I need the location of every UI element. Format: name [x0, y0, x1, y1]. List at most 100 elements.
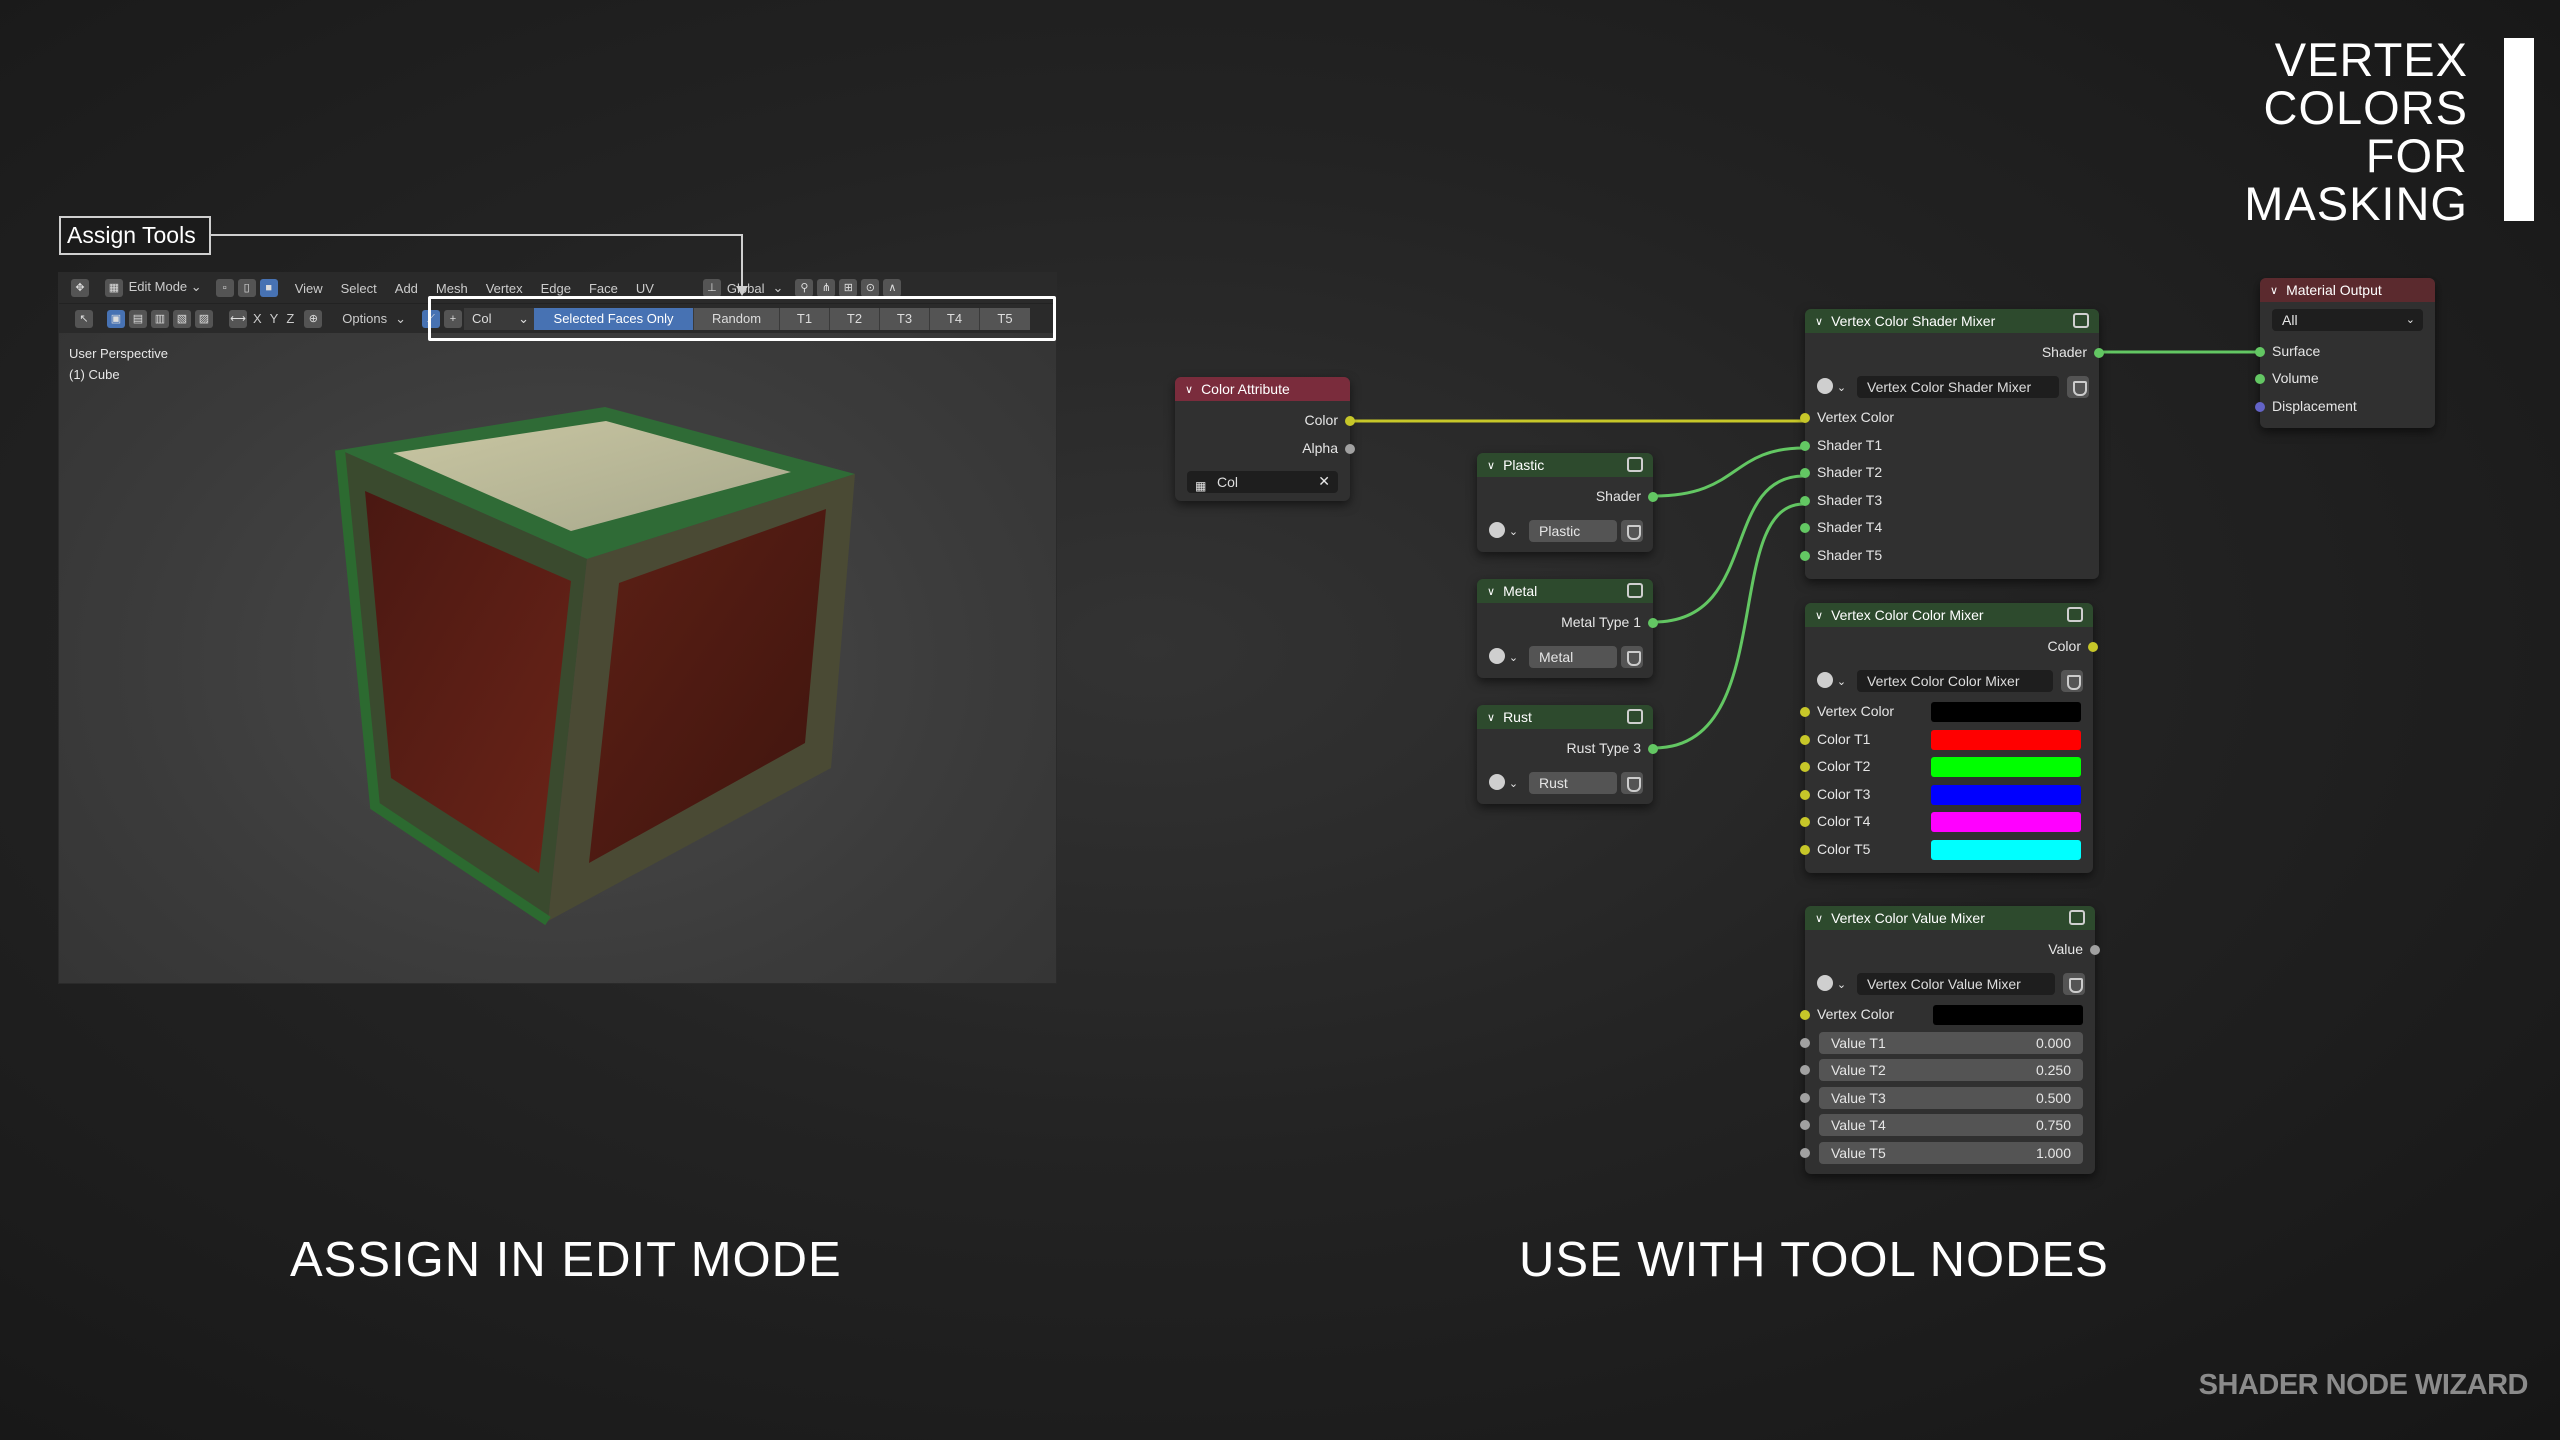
node-header[interactable]: ∨ Vertex Color Color Mixer [1805, 603, 2093, 627]
socket-icon[interactable] [1648, 492, 1658, 502]
socket-icon[interactable] [1800, 1147, 1810, 1158]
color-swatch[interactable] [1931, 839, 2081, 860]
socket-icon[interactable] [1800, 734, 1810, 745]
socket-icon[interactable] [1800, 789, 1810, 800]
socket-icon[interactable] [1800, 1065, 1810, 1075]
color-swatch[interactable] [1931, 702, 2081, 722]
node-group-globe-icon[interactable] [1817, 974, 1833, 991]
fake-user-icon[interactable] [2067, 375, 2089, 398]
node-metal[interactable]: ∨ Metal Metal Type 1 ⌄ Metal [1477, 579, 1658, 678]
fake-user-icon[interactable] [2063, 972, 2085, 995]
socket-icon[interactable] [1345, 416, 1355, 426]
target-selector[interactable]: All ⌄ [2272, 309, 2423, 331]
node-group-globe-icon[interactable] [1489, 773, 1505, 790]
color-swatch[interactable] [1931, 784, 2081, 805]
chevron-down-icon[interactable]: ∨ [2270, 284, 2278, 297]
socket-icon[interactable] [2255, 401, 2265, 412]
node-group-selector[interactable]: Vertex Color Shader Mixer [1857, 375, 2059, 398]
color-swatch[interactable] [1931, 812, 2081, 832]
node-group-globe-icon[interactable] [1489, 647, 1505, 664]
socket-label: Surface [2272, 342, 2321, 359]
node-color-mixer[interactable]: ∨ Vertex Color Color Mixer Color ⌄ Vertex… [1800, 603, 2098, 873]
node-group-selector[interactable]: Vertex Color Value Mixer [1857, 972, 2055, 995]
socket-icon[interactable] [1800, 1120, 1810, 1130]
socket-icon[interactable] [2255, 346, 2265, 357]
node-rust[interactable]: ∨ Rust Rust Type 3 ⌄ Rust [1477, 705, 1658, 804]
node-header[interactable]: ∨ Vertex Color Shader Mixer [1805, 309, 2099, 333]
node-group-globe-icon[interactable] [1817, 377, 1833, 394]
output-color: Color [1175, 407, 1355, 435]
fake-user-icon[interactable] [2061, 669, 2083, 692]
socket-icon[interactable] [1800, 817, 1810, 827]
input-displacement: Displacement [2255, 393, 2435, 421]
attribute-name-field[interactable]: Col [1187, 471, 1338, 493]
node-color-attribute[interactable]: ∨ Color Attribute Color Alpha Col ▦ ✕ [1175, 377, 1355, 501]
socket-icon[interactable] [1800, 1092, 1810, 1103]
socket-icon[interactable] [1800, 440, 1810, 451]
socket-icon[interactable] [1800, 523, 1810, 533]
node-header[interactable]: ∨ Metal [1477, 579, 1653, 603]
socket-icon[interactable] [2090, 945, 2100, 955]
socket-icon[interactable] [1800, 550, 1810, 561]
socket-icon[interactable] [1800, 413, 1810, 423]
node-group-selector[interactable]: Plastic [1529, 519, 1617, 542]
value-field[interactable]: Value T4 0.750 [1819, 1114, 2083, 1136]
chevron-down-icon[interactable]: ∨ [1815, 315, 1823, 328]
socket-icon[interactable] [1648, 618, 1658, 628]
socket-icon[interactable] [2088, 642, 2098, 652]
socket-icon[interactable] [1800, 1037, 1810, 1048]
node-group-icon[interactable] [2073, 313, 2089, 328]
close-icon[interactable]: ✕ [1318, 468, 1330, 496]
socket-icon[interactable] [2255, 374, 2265, 384]
chevron-down-icon: ⌄ [1508, 777, 1519, 790]
node-group-icon[interactable] [1627, 457, 1643, 472]
value-field[interactable]: Value T1 0.000 [1819, 1031, 2083, 1054]
chevron-down-icon[interactable]: ∨ [1487, 711, 1495, 724]
node-header[interactable]: ∨ Rust [1477, 705, 1653, 729]
value-field[interactable]: Value T2 0.250 [1819, 1059, 2083, 1081]
socket-icon[interactable] [1800, 495, 1810, 506]
input-color-t2: Color T2 [1800, 753, 2093, 781]
node-group-selector[interactable]: Metal [1529, 645, 1617, 668]
socket-icon[interactable] [1648, 744, 1658, 754]
color-swatch[interactable] [1933, 1005, 2083, 1025]
socket-icon[interactable] [1800, 707, 1810, 717]
socket-icon[interactable] [1345, 443, 1355, 454]
attribute-icon: ▦ [1195, 479, 1207, 493]
socket-icon[interactable] [1800, 468, 1810, 478]
color-swatch[interactable] [1931, 757, 2081, 777]
node-group-icon[interactable] [1627, 709, 1643, 724]
chevron-down-icon[interactable]: ∨ [1487, 585, 1495, 598]
socket-icon[interactable] [1800, 844, 1810, 855]
chevron-down-icon[interactable]: ∨ [1815, 912, 1823, 925]
node-value-mixer[interactable]: ∨ Vertex Color Value Mixer Value ⌄ Vertex… [1800, 906, 2100, 1174]
node-shader-mixer[interactable]: ∨ Vertex Color Shader Mixer Shader ⌄ Vert… [1800, 309, 2104, 579]
node-header[interactable]: ∨ Color Attribute [1175, 377, 1350, 401]
value-field[interactable]: Value T5 1.000 [1819, 1141, 2083, 1164]
node-header[interactable]: ∨ Material Output [2260, 278, 2435, 302]
node-header[interactable]: ∨ Vertex Color Value Mixer [1805, 906, 2095, 930]
input-shader-t1: Shader T1 [1800, 432, 2099, 460]
node-group-selector[interactable]: Rust [1529, 771, 1617, 794]
value-field[interactable]: Value T3 0.500 [1819, 1086, 2083, 1109]
node-group-selector[interactable]: Vertex Color Color Mixer [1857, 669, 2053, 692]
node-header[interactable]: ∨ Plastic [1477, 453, 1653, 477]
color-swatch[interactable] [1931, 729, 2081, 750]
chevron-down-icon[interactable]: ∨ [1815, 609, 1823, 622]
fake-user-icon[interactable] [1621, 519, 1643, 542]
node-group-globe-icon[interactable] [1489, 521, 1505, 538]
fake-user-icon[interactable] [1621, 645, 1643, 668]
socket-icon[interactable] [1800, 762, 1810, 772]
node-group-icon[interactable] [2069, 910, 2085, 925]
socket-icon[interactable] [1800, 1010, 1810, 1020]
node-group-icon[interactable] [1627, 583, 1643, 598]
socket-icon[interactable] [2094, 348, 2104, 358]
node-material-output[interactable]: ∨ Material Output All ⌄ Surface Volume Dis… [2255, 278, 2435, 428]
target-row: All ⌄ [2260, 306, 2435, 334]
chevron-down-icon[interactable]: ∨ [1487, 459, 1495, 472]
node-plastic[interactable]: ∨ Plastic Shader ⌄ Plastic [1477, 453, 1658, 552]
fake-user-icon[interactable] [1621, 771, 1643, 794]
node-group-globe-icon[interactable] [1817, 671, 1833, 688]
chevron-down-icon[interactable]: ∨ [1185, 383, 1193, 396]
node-group-icon[interactable] [2067, 607, 2083, 622]
